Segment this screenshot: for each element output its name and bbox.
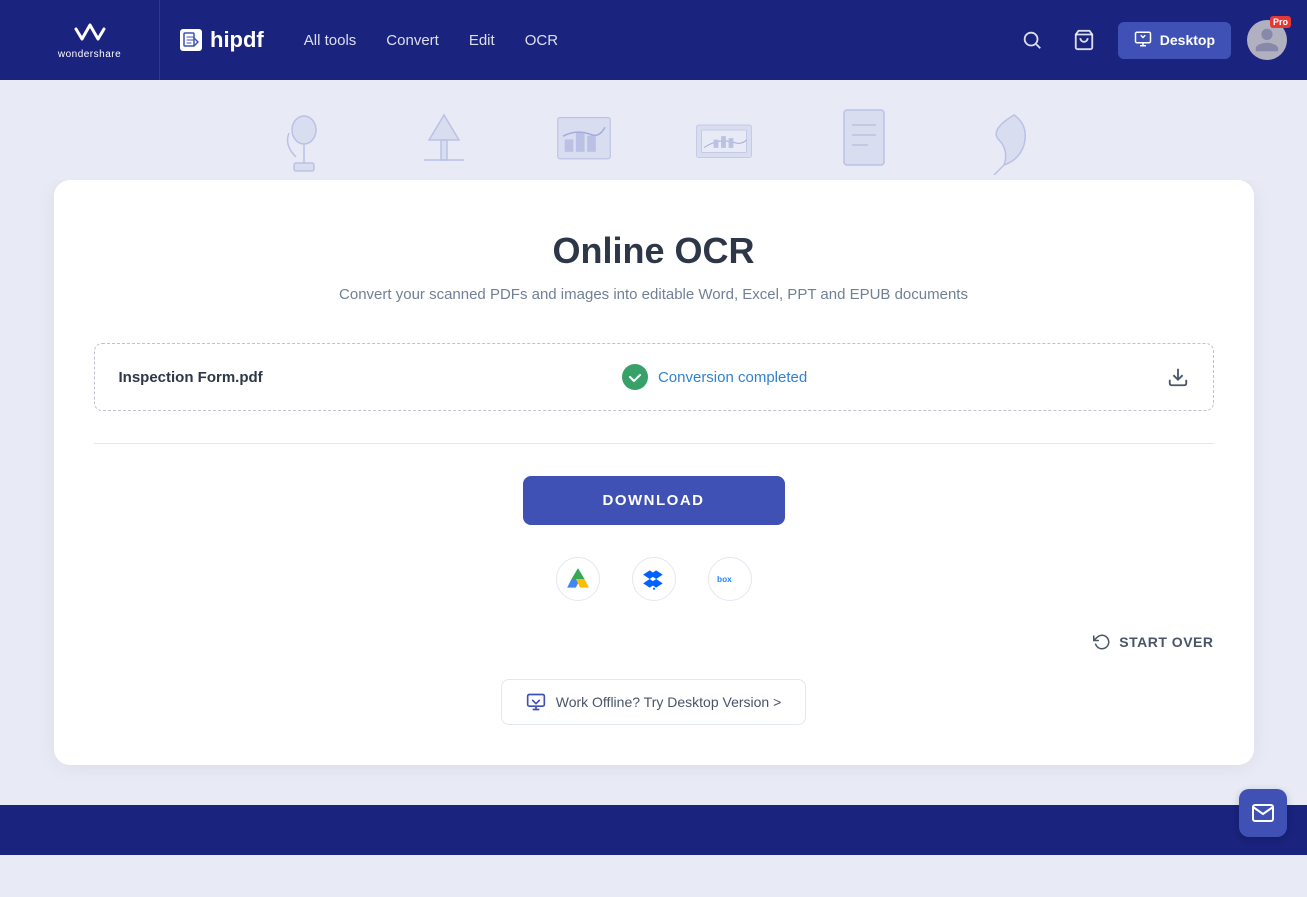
dropbox-button[interactable] <box>632 557 676 601</box>
desktop-btn-label: Desktop <box>1160 32 1215 48</box>
page-title: Online OCR <box>94 230 1214 272</box>
monitor-illustration <box>694 105 754 180</box>
conversion-status: Conversion completed <box>622 364 807 390</box>
mail-icon <box>1251 801 1275 825</box>
desktop-button[interactable]: Desktop <box>1118 22 1231 59</box>
status-check-icon <box>622 364 648 390</box>
main-content: Online OCR Convert your scanned PDFs and… <box>0 180 1307 805</box>
page-subtitle: Convert your scanned PDFs and images int… <box>94 286 1214 303</box>
pro-badge: Pro <box>1270 16 1291 28</box>
cloud-save-options: box <box>94 557 1214 601</box>
nav-ocr[interactable]: OCR <box>525 28 558 53</box>
download-btn-wrap: DOWNLOAD <box>94 476 1214 525</box>
chart-illustration <box>554 105 614 180</box>
doc-illustration <box>834 105 894 180</box>
wondershare-label: wondershare <box>58 49 121 60</box>
nav-edit[interactable]: Edit <box>469 28 495 53</box>
navbar: wondershare hipdf All tools Convert Edit… <box>0 0 1307 80</box>
start-over-label: START OVER <box>1119 634 1213 650</box>
lamp-illustration <box>414 105 474 180</box>
nav-all-tools[interactable]: All tools <box>304 28 357 53</box>
hero-illustrations <box>274 105 1034 180</box>
pen-illustration <box>974 105 1034 180</box>
wondershare-logo-icon <box>72 21 108 47</box>
start-over-icon <box>1093 633 1111 651</box>
divider <box>94 443 1214 444</box>
offline-banner: Work Offline? Try Desktop Version > <box>94 679 1214 725</box>
desktop-offline-icon <box>526 692 546 712</box>
inline-download-button[interactable] <box>1167 366 1189 388</box>
hero-background <box>0 80 1307 180</box>
file-row: Inspection Form.pdf Conversion completed <box>94 343 1214 411</box>
google-drive-button[interactable] <box>556 557 600 601</box>
main-card: Online OCR Convert your scanned PDFs and… <box>54 180 1254 765</box>
offline-banner-button[interactable]: Work Offline? Try Desktop Version > <box>501 679 807 725</box>
plant-illustration <box>274 105 334 180</box>
floating-mail-button[interactable] <box>1239 789 1287 837</box>
svg-text:box: box <box>717 574 732 584</box>
nav-links: All tools Convert Edit OCR <box>304 28 1014 53</box>
nav-convert[interactable]: Convert <box>386 28 439 53</box>
search-button[interactable] <box>1014 22 1050 58</box>
hipdf-label: hipdf <box>210 27 264 53</box>
desktop-icon <box>1134 30 1152 51</box>
hipdf-logo[interactable]: hipdf <box>180 27 264 53</box>
hipdf-icon <box>180 29 202 51</box>
status-text: Conversion completed <box>658 369 807 386</box>
download-button[interactable]: DOWNLOAD <box>523 476 785 525</box>
box-button[interactable]: box <box>708 557 752 601</box>
offline-text: Work Offline? Try Desktop Version > <box>556 694 782 710</box>
footer-bar <box>0 805 1307 855</box>
file-name: Inspection Form.pdf <box>119 369 263 386</box>
user-avatar-wrap: Pro <box>1247 20 1287 60</box>
start-over-button[interactable]: START OVER <box>1093 633 1213 651</box>
nav-actions: Desktop Pro <box>1014 20 1287 60</box>
cart-button[interactable] <box>1066 22 1102 58</box>
start-over-wrap: START OVER <box>94 633 1214 651</box>
wondershare-brand[interactable]: wondershare <box>20 0 160 80</box>
